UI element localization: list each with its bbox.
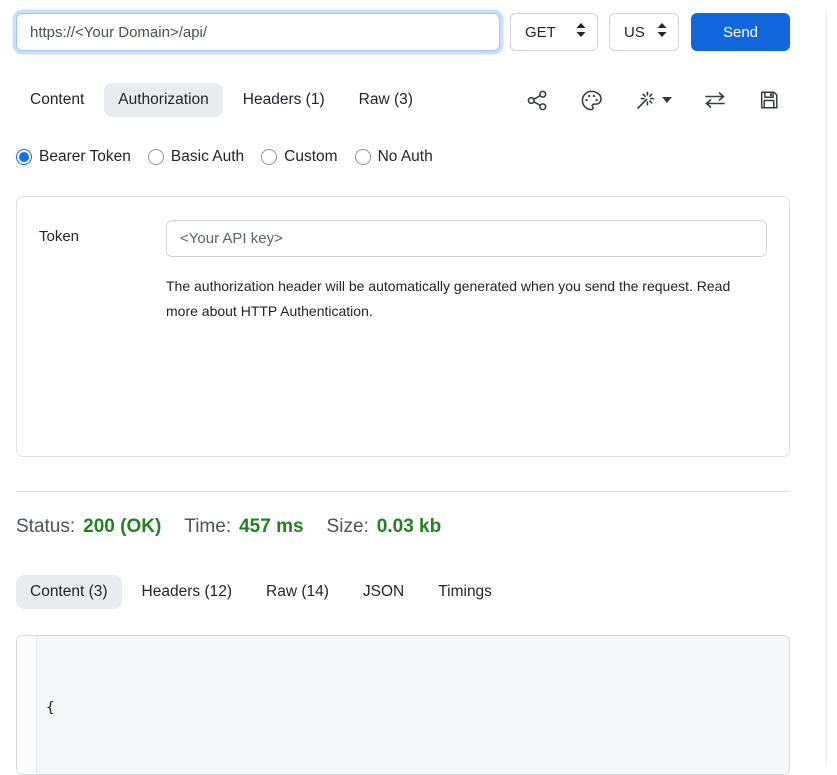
- section-divider: [16, 491, 790, 492]
- chevron-expand-icon: [656, 23, 668, 41]
- caret-down-icon: [662, 97, 672, 103]
- status-group: Status: 200 (OK): [16, 516, 161, 538]
- share-icon[interactable]: [526, 89, 549, 112]
- token-input[interactable]: [166, 220, 767, 257]
- radio-no-auth[interactable]: No Auth: [355, 148, 433, 166]
- auth-type-options: Bearer Token Basic Auth Custom No Auth: [16, 148, 790, 166]
- palette-icon[interactable]: [580, 89, 603, 112]
- tab-authorization[interactable]: Authorization: [104, 83, 222, 117]
- size-label: Size:: [327, 516, 369, 538]
- chevron-expand-icon: [575, 23, 587, 41]
- radio-selected-icon: [16, 149, 32, 165]
- response-json-code: { "message": "API running." }: [37, 636, 789, 774]
- method-select[interactable]: GET: [510, 13, 598, 51]
- swap-arrows-icon[interactable]: [703, 90, 727, 110]
- radio-label: Custom: [284, 148, 337, 166]
- panel-edge-divider: [826, 13, 827, 763]
- size-group: Size: 0.03 kb: [327, 516, 442, 538]
- tab-content[interactable]: Content: [16, 83, 98, 117]
- auth-helper-text: The authorization header will be automat…: [166, 274, 758, 324]
- code-line: {: [46, 696, 789, 721]
- time-label: Time:: [184, 516, 231, 538]
- radio-label: No Auth: [378, 148, 433, 166]
- radio-unselected-icon: [355, 149, 371, 165]
- toolbar-icons: [526, 89, 790, 112]
- code-line: "message": "API running.": [46, 770, 789, 775]
- radio-label: Bearer Token: [39, 148, 131, 166]
- time-value: 457 ms: [239, 516, 303, 538]
- time-group: Time: 457 ms: [184, 516, 303, 538]
- open-brace: {: [46, 700, 55, 716]
- radio-unselected-icon: [261, 149, 277, 165]
- method-select-value: GET: [525, 24, 556, 41]
- save-icon[interactable]: [758, 89, 780, 111]
- radio-custom[interactable]: Custom: [261, 148, 337, 166]
- token-row: Token: [39, 220, 767, 257]
- size-value: 0.03 kb: [377, 516, 441, 538]
- tab-response-json[interactable]: JSON: [349, 575, 418, 609]
- token-label: Token: [39, 220, 166, 257]
- response-body-code-block[interactable]: { "message": "API running." }: [16, 635, 790, 775]
- tab-raw[interactable]: Raw (3): [345, 83, 427, 117]
- request-tabs: Content Authorization Headers (1) Raw (3…: [16, 83, 790, 117]
- url-input[interactable]: [16, 13, 500, 51]
- magic-wand-icon[interactable]: [634, 89, 672, 112]
- radio-basic-auth[interactable]: Basic Auth: [148, 148, 244, 166]
- response-tabs: Content (3) Headers (12) Raw (14) JSON T…: [16, 575, 790, 609]
- tab-response-content[interactable]: Content (3): [16, 575, 122, 609]
- response-status-row: Status: 200 (OK) Time: 457 ms Size: 0.03…: [16, 516, 790, 538]
- main-content: GET US Send Content Authorization Header…: [0, 13, 790, 775]
- region-select-value: US: [624, 24, 645, 41]
- tab-response-headers[interactable]: Headers (12): [128, 575, 246, 609]
- send-button[interactable]: Send: [691, 13, 790, 51]
- tab-response-raw[interactable]: Raw (14): [252, 575, 343, 609]
- code-gutter: [17, 636, 37, 774]
- radio-label: Basic Auth: [171, 148, 244, 166]
- radio-unselected-icon: [148, 149, 164, 165]
- radio-bearer-token[interactable]: Bearer Token: [16, 148, 131, 166]
- tab-headers[interactable]: Headers (1): [229, 83, 339, 117]
- auth-panel: Token The authorization header will be a…: [16, 196, 790, 457]
- status-value: 200 (OK): [83, 516, 161, 538]
- region-select[interactable]: US: [609, 13, 679, 51]
- status-label: Status:: [16, 516, 75, 538]
- tab-response-timings[interactable]: Timings: [424, 575, 506, 609]
- request-bar: GET US Send: [16, 13, 790, 51]
